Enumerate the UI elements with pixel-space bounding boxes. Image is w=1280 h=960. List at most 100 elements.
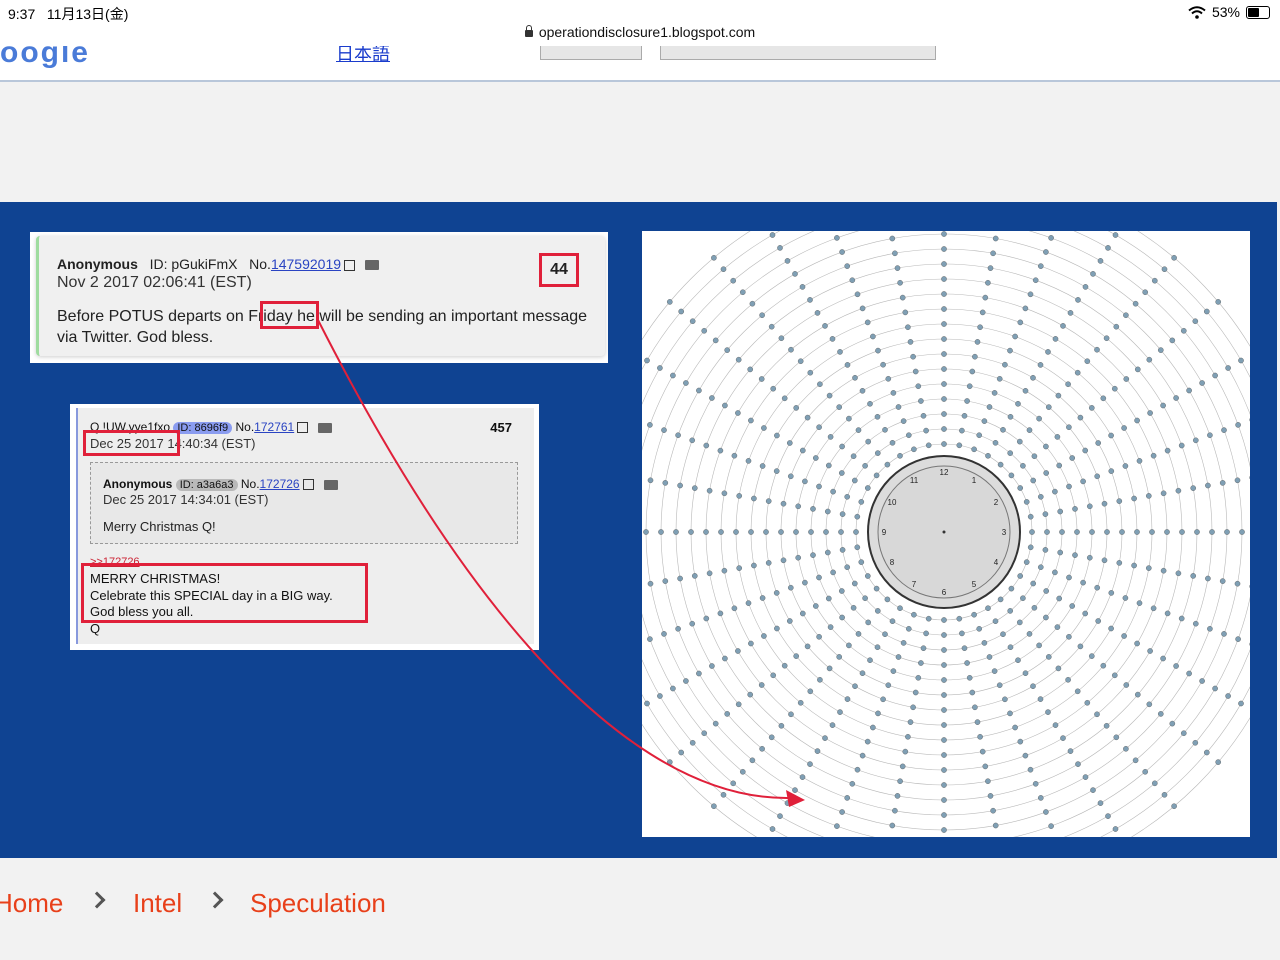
wheel-dot <box>902 748 909 755</box>
wheel-dot <box>1031 453 1038 459</box>
wheel-dot <box>1150 452 1157 459</box>
wheel-dot <box>875 347 881 354</box>
language-link[interactable]: 日本語 <box>336 46 390 66</box>
wheel-dot <box>844 564 850 571</box>
wheel-dot <box>662 578 669 584</box>
url-text[interactable]: operationdisclosure1.blogspot.com <box>539 24 755 40</box>
wheel-dot <box>941 231 947 237</box>
wheel-dot <box>1060 735 1066 741</box>
wheel-dot <box>1112 826 1119 832</box>
wheel-dot <box>1212 685 1218 692</box>
wheel-dot <box>1121 633 1127 639</box>
wheel-dot <box>844 795 850 801</box>
wheel-dot <box>981 640 988 646</box>
wheel-dot <box>875 710 881 717</box>
wheel-dot <box>987 793 994 799</box>
wheel-dot <box>1123 376 1130 382</box>
wheel-dot <box>675 625 681 632</box>
wheel-dot <box>858 499 865 505</box>
post2-number-link[interactable]: 172761 <box>254 420 294 434</box>
wheel-dot <box>1175 570 1182 577</box>
wheel-dot <box>1082 610 1089 617</box>
wheel-dot <box>830 569 836 576</box>
wheel-dot <box>761 425 767 431</box>
wheel-dot <box>807 297 813 303</box>
wheel-dot <box>990 807 996 814</box>
wheel-dot <box>816 633 822 640</box>
wheel-dot <box>1067 310 1074 316</box>
wheel-dot <box>915 383 922 389</box>
external-link-icon[interactable] <box>297 422 309 434</box>
wheel-dot <box>1088 653 1095 659</box>
translate-button-1[interactable] <box>540 46 642 60</box>
post1-no-label: No. <box>249 256 271 272</box>
external-link-icon[interactable] <box>344 259 356 271</box>
wheel-dot <box>780 557 787 564</box>
wheel-dot <box>802 579 808 586</box>
translate-button-2[interactable] <box>660 46 936 60</box>
wheel-dot <box>736 493 742 499</box>
wheel-dot <box>912 368 919 375</box>
wheel-dot <box>997 461 1004 468</box>
post1-author: Anonymous <box>57 256 138 272</box>
wheel-dot <box>1142 769 1149 775</box>
wheel-dot <box>846 642 852 649</box>
wheel-dot <box>897 778 903 785</box>
wheel-dot <box>661 631 667 637</box>
wheel-dot <box>1060 323 1066 329</box>
wheel-dot <box>1116 498 1123 504</box>
breadcrumb-intel[interactable]: Intel <box>133 888 182 919</box>
wheel-dot <box>864 738 871 745</box>
wheel-dot <box>923 630 929 637</box>
breadcrumb-speculation[interactable]: Speculation <box>250 888 386 919</box>
wheel-dot <box>670 372 676 379</box>
wheel-dot <box>855 631 862 637</box>
external-link-icon[interactable] <box>302 479 314 491</box>
dot-wheel: 121234567891011 <box>583 171 1280 893</box>
wheel-dot <box>673 529 679 535</box>
wheel-dot <box>770 672 776 679</box>
wheel-dot <box>799 610 806 617</box>
wheel-dot <box>647 636 653 642</box>
wheel-dot <box>748 417 754 424</box>
wheel-dot <box>1052 569 1058 576</box>
wheel-dot <box>873 472 880 479</box>
folder-icon[interactable] <box>318 422 333 433</box>
wheel-dot <box>1059 529 1065 535</box>
wheel-dot <box>852 683 858 690</box>
wheel-dot <box>1181 730 1187 737</box>
circular-dot-diagram: 12 1 2 3 4 5 6 7 8 9 10 11 <box>583 171 1280 893</box>
wheel-dot <box>689 437 696 444</box>
wheel-dot <box>797 358 804 364</box>
post1-number-link[interactable]: 147592019 <box>271 256 341 272</box>
wheel-dot <box>1077 643 1084 650</box>
wheel-dot <box>751 562 757 569</box>
wheel-dot <box>666 759 673 765</box>
wheel-dot <box>910 353 916 360</box>
wheel-dot <box>941 827 947 833</box>
wheel-dot <box>885 375 892 382</box>
wheel-dot <box>1045 404 1052 410</box>
wheel-dot <box>1027 766 1034 773</box>
wheel-dot <box>759 463 766 469</box>
wheel-dot <box>1090 787 1096 793</box>
wheel-dot <box>763 529 769 535</box>
wheel-dot <box>854 544 861 551</box>
folder-icon[interactable] <box>323 479 338 490</box>
wheel-dot <box>1161 266 1168 273</box>
wheel-dot <box>912 689 919 696</box>
wheel-dot <box>992 618 999 625</box>
wheel-dot <box>1007 644 1014 651</box>
wheel-dot <box>1215 759 1222 765</box>
url-bar[interactable]: operationdisclosure1.blogspot.com <box>0 24 1280 46</box>
wheel-dot <box>864 573 871 579</box>
wheel-dot <box>1000 426 1006 433</box>
battery-percent: 53% <box>1211 4 1240 20</box>
breadcrumb-home[interactable]: Home <box>0 888 63 919</box>
wheel-dot <box>1066 424 1072 430</box>
wheel-dot <box>644 357 650 364</box>
quote-number-link[interactable]: 172726 <box>260 477 300 491</box>
wheel-dot <box>802 478 808 485</box>
folder-icon[interactable] <box>365 260 380 271</box>
wheel-dot <box>923 427 929 434</box>
